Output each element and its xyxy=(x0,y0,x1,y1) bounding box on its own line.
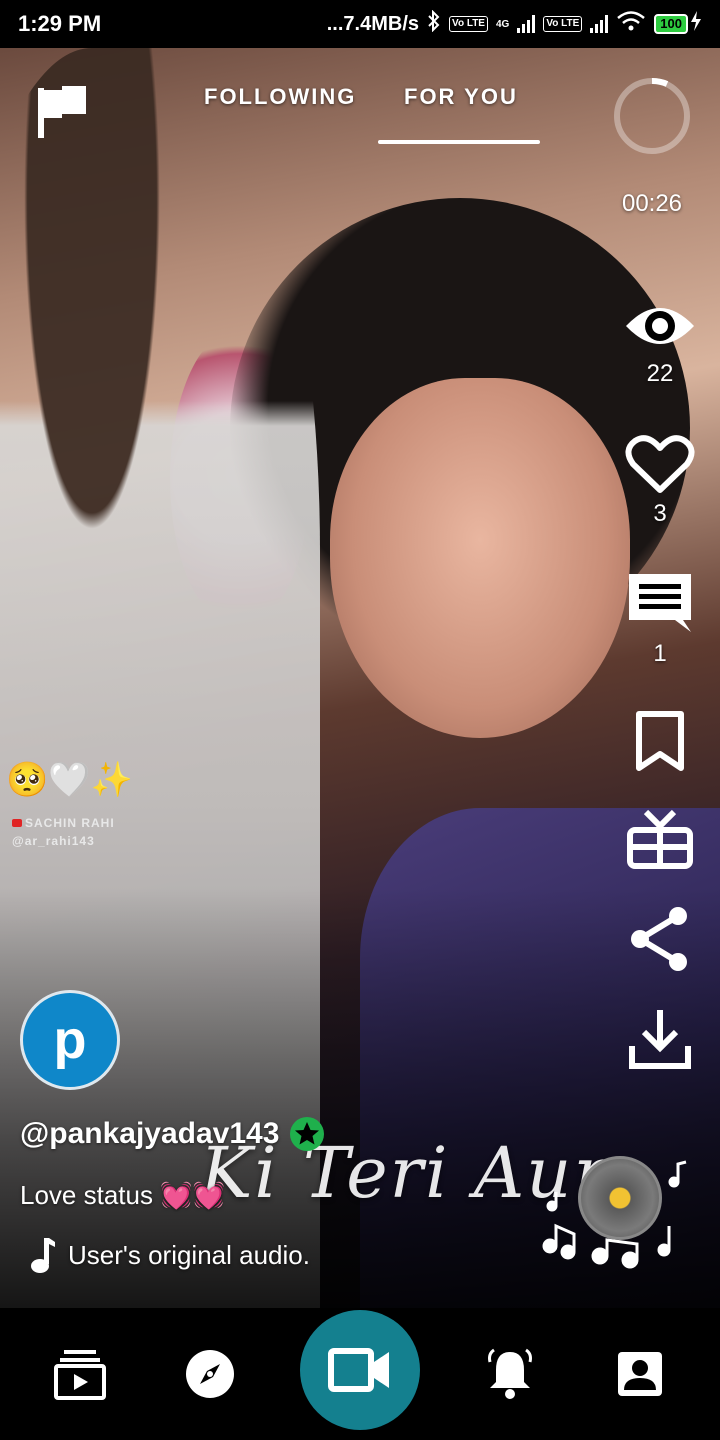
record-video-button[interactable] xyxy=(300,1310,420,1430)
nav-profile[interactable] xyxy=(610,1344,670,1404)
active-tab-indicator xyxy=(378,140,540,144)
download-icon xyxy=(629,1010,691,1069)
battery-level: 100 xyxy=(654,14,688,34)
bookmark-icon xyxy=(636,711,684,771)
share-button[interactable] xyxy=(620,906,700,972)
creator-avatar[interactable]: p xyxy=(20,990,120,1090)
comments-count: 1 xyxy=(653,640,667,667)
gift-button[interactable] xyxy=(620,808,700,870)
status-time: 1:29 PM xyxy=(18,11,102,36)
comment-button[interactable]: 1 xyxy=(620,570,700,668)
views-control[interactable]: 22 xyxy=(620,296,700,388)
gift-icon xyxy=(627,809,693,869)
video-timer: 00:26 xyxy=(621,190,683,217)
bluetooth-icon xyxy=(427,9,441,38)
timer-progress-ring xyxy=(612,76,692,156)
nav-discover[interactable] xyxy=(180,1344,240,1404)
video-caption: Love status 💓💓 xyxy=(20,1180,225,1210)
net-type-label: 4G xyxy=(495,18,510,30)
video-frame-face xyxy=(330,378,630,738)
audio-row[interactable]: User's original audio. xyxy=(30,1236,310,1274)
watermark: SACHIN RAHI @ar_rahi143 xyxy=(12,814,115,850)
verified-star-icon xyxy=(290,1117,325,1151)
signal-icon-2 xyxy=(590,15,609,33)
avatar-letter: p xyxy=(53,1010,87,1070)
youtube-icon xyxy=(12,819,22,827)
charging-icon xyxy=(690,11,702,37)
download-button[interactable] xyxy=(620,1006,700,1070)
compass-icon xyxy=(186,1350,234,1398)
tab-following[interactable]: FOLLOWING xyxy=(204,84,356,110)
watermark-handle: @ar_rahi143 xyxy=(12,834,95,848)
audio-name: User's original audio. xyxy=(68,1239,310,1270)
volte-badge: Vo LTE xyxy=(449,16,488,32)
tab-for-you[interactable]: FOR YOU xyxy=(404,84,518,110)
wifi-icon xyxy=(616,10,646,38)
heart-icon xyxy=(625,435,695,493)
watermark-name: SACHIN RAHI xyxy=(25,816,115,830)
eye-icon xyxy=(626,308,694,344)
video-camera-icon xyxy=(328,1348,389,1392)
signal-icon xyxy=(517,15,536,33)
share-icon xyxy=(631,907,687,971)
status-indicators: ...7.4MB/s Vo LTE 4G Vo LTE 100 xyxy=(326,9,702,38)
creator-row: @pankajyadav143 xyxy=(20,1116,325,1152)
profile-icon xyxy=(618,1352,662,1396)
network-speed: ...7.4MB/s xyxy=(326,12,420,35)
bell-icon xyxy=(488,1348,532,1399)
battery-indicator: 100 xyxy=(654,11,702,37)
bookmark-button[interactable] xyxy=(620,710,700,772)
views-count: 22 xyxy=(646,360,674,387)
creator-username[interactable]: @pankajyadav143 xyxy=(20,1117,279,1151)
volte-badge-2: Vo LTE xyxy=(543,16,583,32)
music-note-icon xyxy=(31,1238,55,1273)
nav-notifications[interactable] xyxy=(480,1344,540,1404)
overlay-emojis: 🥺🤍✨ xyxy=(6,761,134,799)
nav-feed[interactable] xyxy=(50,1344,110,1404)
music-disc[interactable] xyxy=(578,1156,662,1240)
like-button[interactable]: 3 xyxy=(620,434,700,528)
bottom-nav xyxy=(0,1308,720,1440)
status-bar: 1:29 PM ...7.4MB/s Vo LTE 4G Vo LTE 100 xyxy=(0,0,720,48)
likes-count: 3 xyxy=(653,500,667,527)
comment-icon xyxy=(629,574,691,632)
feed-icon xyxy=(54,1350,106,1400)
